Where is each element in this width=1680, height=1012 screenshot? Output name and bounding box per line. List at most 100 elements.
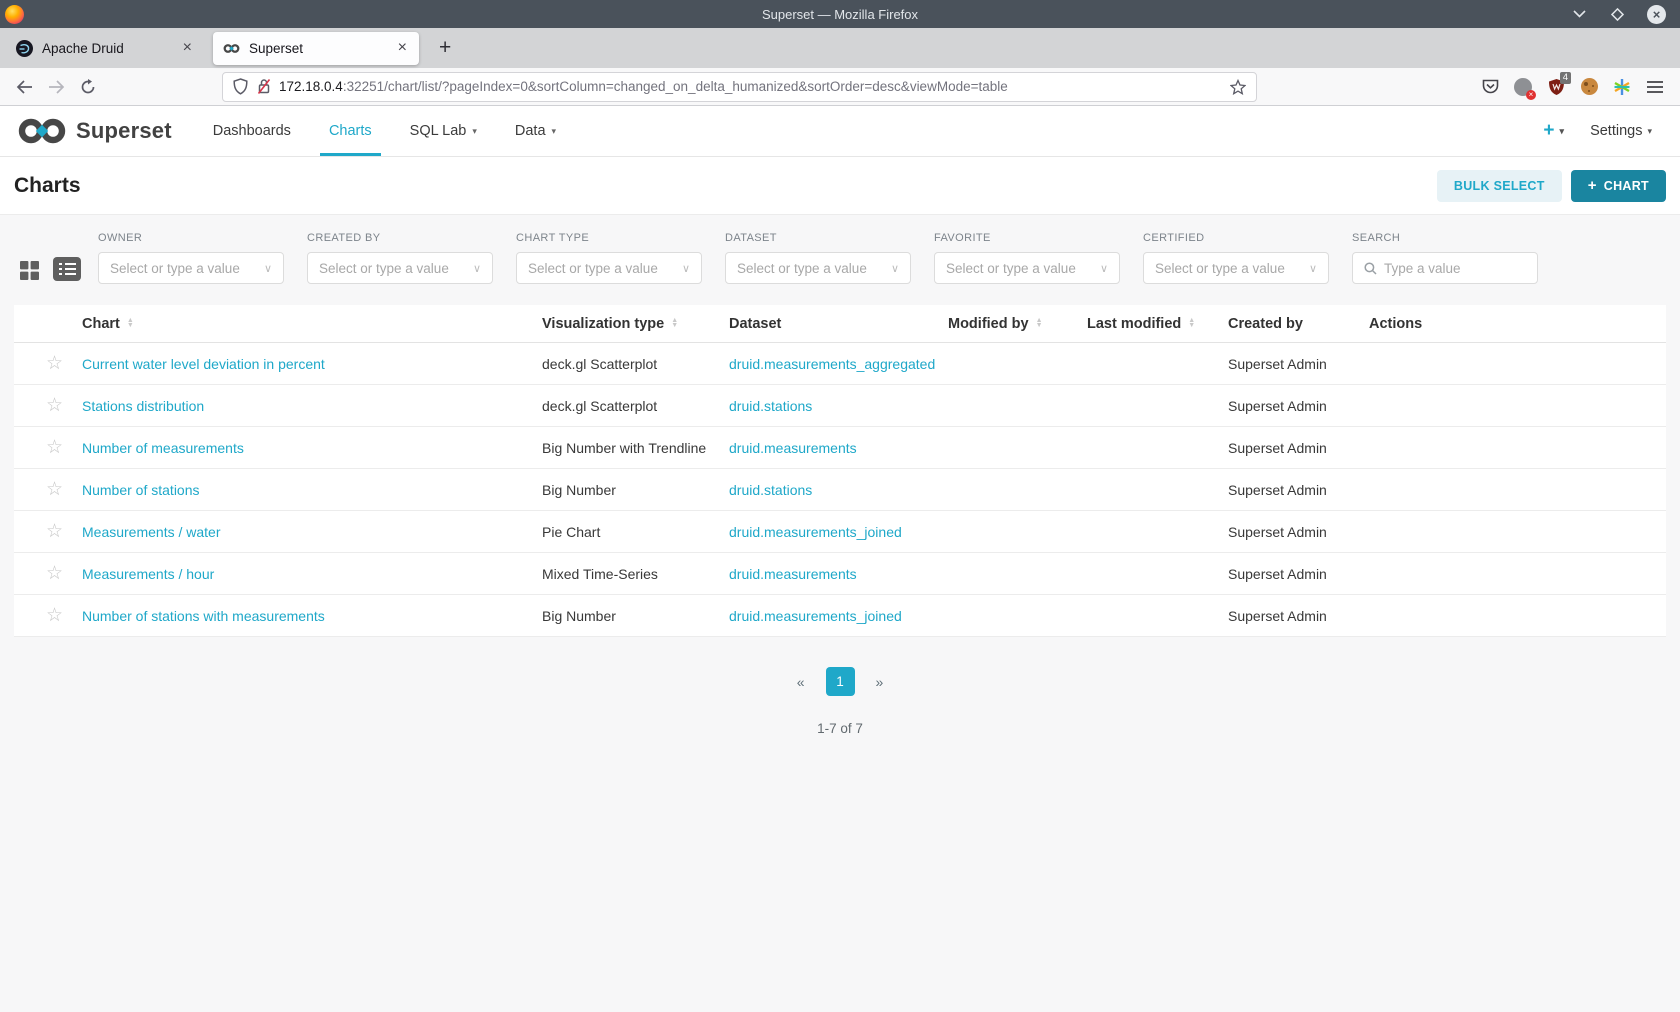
page-1-button[interactable]: 1 bbox=[825, 667, 855, 696]
favorite-star-icon[interactable]: ☆ bbox=[46, 479, 63, 500]
minimize-icon[interactable] bbox=[1571, 6, 1587, 22]
card-view-toggle-icon[interactable] bbox=[19, 260, 40, 281]
filter-certified: CERTIFIED Select or type a value ∨ bbox=[1143, 232, 1329, 284]
dataset-link[interactable]: druid.measurements bbox=[729, 440, 857, 456]
tab-title: Apache Druid bbox=[42, 40, 124, 56]
close-tab-icon[interactable]: × bbox=[396, 39, 409, 57]
adblock-shield-icon[interactable]: 4 bbox=[1541, 71, 1571, 101]
favorite-select[interactable]: Select or type a value ∨ bbox=[934, 252, 1120, 284]
sort-icon[interactable]: ▲ ▼ bbox=[127, 317, 134, 328]
pocket-icon[interactable] bbox=[1475, 73, 1505, 101]
dataset-select[interactable]: Select or type a value ∨ bbox=[725, 252, 911, 284]
window-titlebar: Superset — Mozilla Firefox × bbox=[0, 0, 1680, 28]
settings-menu[interactable]: Settings ▾ bbox=[1590, 123, 1652, 139]
maximize-icon[interactable] bbox=[1609, 6, 1625, 22]
tab-superset[interactable]: Superset × bbox=[213, 31, 419, 65]
main-nav: Dashboards Charts SQL Lab ▾ Data ▾ bbox=[194, 106, 575, 156]
superset-navbar: Superset Dashboards Charts SQL Lab ▾ Data… bbox=[0, 106, 1680, 157]
close-window-icon[interactable]: × bbox=[1647, 4, 1666, 24]
chart-link[interactable]: Measurements / hour bbox=[82, 566, 214, 582]
forward-icon[interactable] bbox=[42, 73, 70, 101]
favorite-star-icon[interactable]: ☆ bbox=[46, 563, 63, 584]
back-icon[interactable] bbox=[10, 73, 38, 101]
search-field bbox=[1352, 252, 1538, 284]
chart-link[interactable]: Number of stations with measurements bbox=[82, 608, 325, 624]
chevron-down-icon: ∨ bbox=[1308, 262, 1317, 275]
chevron-down-icon: ∨ bbox=[263, 262, 272, 275]
nav-dashboards[interactable]: Dashboards bbox=[194, 106, 310, 156]
dataset-link[interactable]: druid.measurements bbox=[729, 566, 857, 582]
chevron-down-icon: ▾ bbox=[551, 125, 557, 136]
created-by: Superset Admin bbox=[1228, 481, 1327, 498]
colorful-extension-icon[interactable] bbox=[1607, 73, 1637, 101]
chevron-down-icon: ∨ bbox=[681, 262, 690, 275]
new-tab-button[interactable]: + bbox=[433, 36, 457, 60]
bookmark-star-icon[interactable] bbox=[1230, 78, 1246, 95]
filter-dataset: DATASET Select or type a value ∨ bbox=[725, 232, 911, 284]
created-by: Superset Admin bbox=[1228, 523, 1327, 540]
next-page-button[interactable]: » bbox=[876, 674, 884, 690]
chart-link[interactable]: Number of stations bbox=[82, 482, 200, 498]
col-actions: Actions bbox=[1369, 315, 1423, 332]
col-last-modified[interactable]: Last modified ▲ ▼ bbox=[1087, 316, 1228, 332]
table-row: ☆ Measurements / water Pie Chart druid.m… bbox=[14, 511, 1666, 553]
table-row: ☆ Measurements / hour Mixed Time-Series … bbox=[14, 553, 1666, 595]
col-modified-by[interactable]: Modified by ▲ ▼ bbox=[948, 316, 1087, 332]
add-chart-button[interactable]: + CHART bbox=[1570, 169, 1666, 202]
nav-data[interactable]: Data ▾ bbox=[496, 106, 575, 156]
pagination: « 1 » bbox=[0, 667, 1680, 696]
sort-icon[interactable]: ▲ ▼ bbox=[1036, 317, 1043, 328]
search-input[interactable] bbox=[1384, 260, 1526, 276]
col-visualization-type[interactable]: Visualization type ▲ ▼ bbox=[542, 316, 729, 332]
cookie-extension-icon[interactable] bbox=[1574, 73, 1604, 101]
chevron-down-icon: ∨ bbox=[890, 262, 899, 275]
chart-link[interactable]: Number of measurements bbox=[82, 440, 244, 456]
url-bar[interactable]: 172.18.0.4:32251/chart/list/?pageIndex=0… bbox=[222, 71, 1257, 102]
dataset-link[interactable]: druid.stations bbox=[729, 398, 812, 414]
nav-charts[interactable]: Charts bbox=[310, 106, 391, 156]
table-row: ☆ Number of stations with measurements B… bbox=[14, 595, 1666, 637]
dataset-link[interactable]: druid.measurements_joined bbox=[729, 608, 902, 624]
owner-select[interactable]: Select or type a value ∨ bbox=[98, 252, 284, 284]
insecure-lock-icon[interactable] bbox=[257, 78, 271, 95]
col-dataset: Dataset bbox=[729, 315, 782, 332]
charts-list-content: OWNER Select or type a value ∨ CREATED BY… bbox=[0, 214, 1680, 955]
filter-owner: OWNER Select or type a value ∨ bbox=[98, 232, 284, 284]
hamburger-menu-icon[interactable] bbox=[1640, 73, 1670, 101]
table-row: ☆ Current water level deviation in perce… bbox=[14, 343, 1666, 385]
tab-apache-druid[interactable]: Apache Druid × bbox=[6, 32, 204, 65]
dataset-link[interactable]: druid.stations bbox=[729, 482, 812, 498]
favorite-star-icon[interactable]: ☆ bbox=[46, 437, 63, 458]
sort-icon[interactable]: ▲ ▼ bbox=[671, 317, 678, 328]
list-view-toggle-icon[interactable] bbox=[53, 257, 81, 281]
chart-link[interactable]: Current water level deviation in percent bbox=[82, 356, 325, 372]
bulk-select-button[interactable]: BULK SELECT bbox=[1436, 169, 1562, 202]
favorite-star-icon[interactable]: ☆ bbox=[46, 395, 63, 416]
reload-icon[interactable] bbox=[74, 73, 102, 101]
col-chart[interactable]: Chart ▲ ▼ bbox=[82, 316, 542, 332]
sort-icon[interactable]: ▲ ▼ bbox=[1188, 317, 1195, 328]
certified-select[interactable]: Select or type a value ∨ bbox=[1143, 252, 1329, 284]
navigation-toolbar: 172.18.0.4:32251/chart/list/?pageIndex=0… bbox=[0, 68, 1680, 106]
account-extension-icon[interactable] bbox=[1508, 73, 1538, 101]
chevron-down-icon: ∨ bbox=[1099, 262, 1108, 275]
filter-favorite: FAVORITE Select or type a value ∨ bbox=[934, 232, 1120, 284]
favorite-star-icon[interactable]: ☆ bbox=[46, 353, 63, 374]
new-item-menu[interactable]: + ▾ bbox=[1543, 120, 1564, 142]
prev-page-button[interactable]: « bbox=[797, 674, 805, 690]
dataset-link[interactable]: druid.measurements_aggregated bbox=[729, 356, 935, 372]
close-tab-icon[interactable]: × bbox=[181, 39, 194, 57]
favorite-star-icon[interactable]: ☆ bbox=[46, 521, 63, 542]
dataset-link[interactable]: druid.measurements_joined bbox=[729, 524, 902, 540]
url-path: :32251/chart/list/?pageIndex=0&sortColum… bbox=[342, 79, 1008, 94]
created-by-select[interactable]: Select or type a value ∨ bbox=[307, 252, 493, 284]
superset-logo[interactable]: Superset bbox=[16, 117, 172, 145]
druid-icon bbox=[16, 39, 33, 57]
chart-type-select[interactable]: Select or type a value ∨ bbox=[516, 252, 702, 284]
chart-link[interactable]: Measurements / water bbox=[82, 524, 221, 540]
tracking-shield-icon[interactable] bbox=[233, 78, 248, 95]
favorite-star-icon[interactable]: ☆ bbox=[46, 605, 63, 626]
chart-link[interactable]: Stations distribution bbox=[82, 398, 204, 414]
nav-sql-lab[interactable]: SQL Lab ▾ bbox=[391, 106, 496, 156]
viz-type: deck.gl Scatterplot bbox=[542, 397, 658, 414]
